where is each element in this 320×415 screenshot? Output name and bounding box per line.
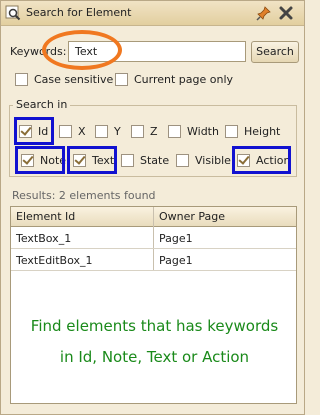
table-row-2-element-id[interactable]: TextEditBox_1 bbox=[11, 249, 154, 271]
search-element-icon bbox=[5, 5, 21, 21]
search-in-visible[interactable]: Visible bbox=[176, 151, 231, 169]
search-in-text[interactable]: Text bbox=[73, 151, 114, 169]
width-checkbox[interactable] bbox=[168, 124, 181, 138]
search-in-action[interactable]: Action bbox=[237, 151, 290, 169]
case-sensitive-option[interactable]: Case sensitive bbox=[15, 70, 113, 88]
z-label: Z bbox=[150, 124, 158, 138]
annotation-line-2: in Id, Note, Text or Action bbox=[59, 348, 250, 366]
close-icon[interactable] bbox=[277, 4, 295, 22]
state-label: State bbox=[140, 153, 170, 167]
case-sensitive-label: Case sensitive bbox=[34, 72, 114, 86]
note-checkbox[interactable] bbox=[21, 153, 34, 167]
search-in-height[interactable]: Height bbox=[225, 122, 280, 140]
search-button[interactable]: Search bbox=[251, 41, 299, 63]
visible-label: Visible bbox=[195, 153, 231, 167]
current-page-only-label: Current page only bbox=[134, 72, 234, 86]
current-page-only-checkbox[interactable] bbox=[115, 72, 128, 86]
search-in-width[interactable]: Width bbox=[168, 122, 219, 140]
search-in-y[interactable]: Y bbox=[95, 122, 121, 140]
text-label: Text bbox=[92, 153, 115, 167]
search-in-note[interactable]: Note bbox=[21, 151, 66, 169]
table-row-1-element-id[interactable]: TextBox_1 bbox=[11, 227, 154, 249]
keywords-label: Keywords: bbox=[10, 45, 67, 58]
height-checkbox[interactable] bbox=[225, 124, 238, 138]
x-label: X bbox=[78, 124, 86, 138]
height-label: Height bbox=[244, 124, 281, 138]
y-label: Y bbox=[114, 124, 121, 138]
window-title: Search for Element bbox=[26, 6, 132, 19]
results-table: Element Id Owner Page TextBox_1 Page1 Te… bbox=[10, 206, 297, 404]
search-in-legend: Search in bbox=[13, 98, 71, 111]
search-in-id[interactable]: Id bbox=[19, 122, 48, 140]
width-label: Width bbox=[187, 124, 219, 138]
note-label: Note bbox=[40, 153, 67, 167]
id-checkbox[interactable] bbox=[19, 124, 32, 138]
column-header-element-id[interactable]: Element Id bbox=[11, 207, 154, 227]
action-label: Action bbox=[256, 153, 291, 167]
search-in-x[interactable]: X bbox=[59, 122, 86, 140]
results-summary: Results: 2 elements found bbox=[12, 189, 156, 202]
pin-icon[interactable] bbox=[255, 4, 273, 22]
search-in-state[interactable]: State bbox=[121, 151, 169, 169]
keywords-input[interactable]: Text bbox=[68, 41, 246, 62]
case-sensitive-checkbox[interactable] bbox=[15, 72, 28, 86]
table-row-1-owner-page[interactable]: Page1 bbox=[154, 227, 296, 249]
column-header-owner-page[interactable]: Owner Page bbox=[154, 207, 296, 227]
visible-checkbox[interactable] bbox=[176, 153, 189, 167]
current-page-only-option[interactable]: Current page only bbox=[115, 70, 233, 88]
y-checkbox[interactable] bbox=[95, 124, 108, 138]
table-row-2-owner-page[interactable]: Page1 bbox=[154, 249, 296, 271]
text-checkbox[interactable] bbox=[73, 153, 86, 167]
search-for-element-panel: Search for Element Keywords: Text Search… bbox=[0, 0, 305, 415]
annotation-line-1: Find elements that has keywords bbox=[30, 317, 279, 335]
action-checkbox[interactable] bbox=[237, 153, 250, 167]
title-bar: Search for Element bbox=[1, 1, 304, 26]
state-checkbox[interactable] bbox=[121, 153, 134, 167]
x-checkbox[interactable] bbox=[59, 124, 72, 138]
search-in-z[interactable]: Z bbox=[131, 122, 158, 140]
id-label: Id bbox=[38, 124, 49, 138]
z-checkbox[interactable] bbox=[131, 124, 144, 138]
